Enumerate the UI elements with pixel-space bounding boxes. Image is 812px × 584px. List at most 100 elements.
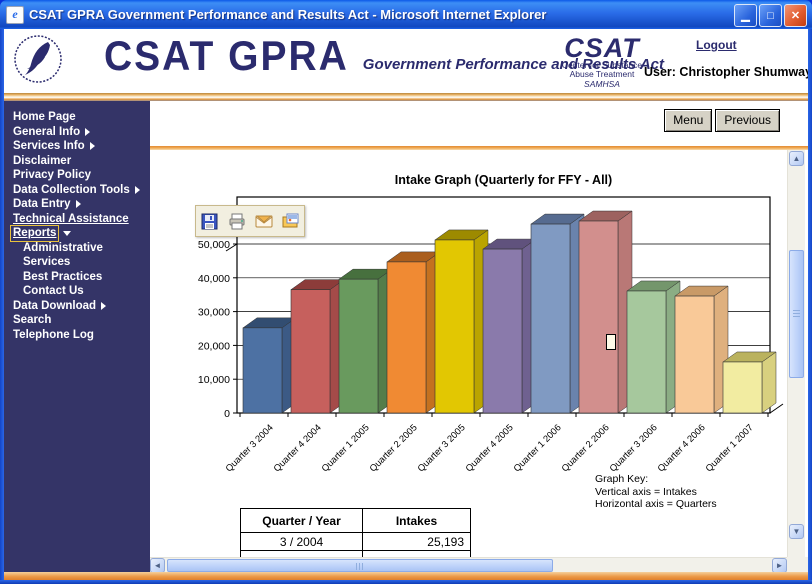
svg-text:Quarter 1 2006: Quarter 1 2006 (512, 422, 563, 473)
cell-intakes: 25,193 (363, 533, 471, 551)
table-header-quarter: Quarter / Year (241, 509, 363, 533)
sidebar-item-label[interactable]: Privacy Policy (13, 168, 91, 183)
table-header-intakes: Intakes (363, 509, 471, 533)
svg-text:Quarter 1 2007: Quarter 1 2007 (704, 422, 755, 473)
window-frame-right (808, 29, 812, 584)
scroll-up-icon[interactable]: ▲ (789, 151, 804, 166)
svg-text:Quarter 3 2004: Quarter 3 2004 (224, 422, 275, 473)
sidebar-item-data-entry[interactable]: Data Entry (4, 197, 150, 212)
page-header: CSAT GPRA Government Performance and Res… (4, 29, 808, 93)
svg-text:Quarter 3 2005: Quarter 3 2005 (416, 422, 467, 473)
svg-text:50,000: 50,000 (198, 239, 230, 251)
graph-key-horizontal: Horizontal axis = Quarters (595, 498, 717, 511)
sidebar-item-best-practices[interactable]: Best Practices (4, 270, 150, 285)
svg-text:0: 0 (224, 408, 230, 420)
sidebar-item-contact-us[interactable]: Contact Us (4, 284, 150, 299)
sidebar-item-general-info[interactable]: General Info (4, 125, 150, 140)
logout-link[interactable]: Logout (696, 38, 737, 52)
print-icon[interactable] (227, 211, 247, 231)
svg-text:Quarter 2 2006: Quarter 2 2006 (560, 422, 611, 473)
page-bottom-bar (4, 572, 808, 580)
svg-text:Quarter 2 2005: Quarter 2 2005 (368, 422, 419, 473)
window-frame-bottom (0, 580, 812, 584)
sidebar-item-services[interactable]: Services (4, 255, 150, 270)
email-icon[interactable] (254, 211, 274, 231)
svg-text:Quarter 4 2005: Quarter 4 2005 (464, 422, 515, 473)
close-button[interactable]: ✕ (784, 4, 807, 27)
graph-key-vertical: Vertical axis = Intakes (595, 486, 717, 499)
sidebar-item-technical-assistance[interactable]: Technical Assistance (4, 212, 150, 227)
sidebar-item-label[interactable]: Data Collection Tools (13, 183, 130, 198)
sidebar-item-label[interactable]: Services (23, 255, 70, 270)
svg-text:20,000: 20,000 (198, 340, 230, 352)
sidebar-item-data-collection-tools[interactable]: Data Collection Tools (4, 183, 150, 198)
sidebar-item-label[interactable]: Best Practices (23, 270, 102, 285)
sidebar-item-data-download[interactable]: Data Download (4, 299, 150, 314)
svg-text:30,000: 30,000 (198, 307, 230, 319)
header-divider (4, 93, 808, 101)
sidebar-item-label[interactable]: General Info (13, 125, 80, 140)
window-title: CSAT GPRA Government Performance and Res… (29, 7, 546, 22)
sidebar-item-label[interactable]: Contact Us (23, 284, 84, 299)
svg-text:Quarter 4 2006: Quarter 4 2006 (656, 422, 707, 473)
vertical-scrollbar[interactable]: ▲ ▼ (787, 150, 805, 557)
intake-bar-chart: 0 10,000 20,000 30,000 40,000 50,000 Quarter 3… (150, 150, 787, 490)
previous-button[interactable]: Previous (715, 109, 780, 132)
sidebar-item-services-info[interactable]: Services Info (4, 139, 150, 154)
sidebar-item-administrative[interactable]: Administrative (4, 241, 150, 256)
sidebar-item-label[interactable]: Search (13, 313, 51, 328)
chevron-right-icon (76, 200, 81, 208)
csat-logo: CSAT Center for Substance Abuse Treatmen… (542, 35, 662, 89)
sidebar-item-label[interactable]: Services Info (13, 139, 85, 154)
save-icon[interactable] (200, 211, 220, 231)
horizontal-scrollbar[interactable]: ◄ ► (150, 557, 787, 573)
scroll-left-icon[interactable]: ◄ (150, 558, 165, 573)
table-row: 3 / 200425,193 (241, 533, 471, 551)
sidebar-item-reports[interactable]: Reports (4, 226, 150, 241)
sidebar-item-label[interactable]: Reports (11, 226, 58, 241)
browser-window: e CSAT GPRA Government Performance and R… (0, 0, 812, 584)
sidebar-item-label[interactable]: Technical Assistance (13, 212, 129, 227)
user-label: User: Christopher Shumway (644, 65, 812, 79)
horizontal-scroll-thumb[interactable] (167, 559, 553, 572)
sidebar-item-telephone-log[interactable]: Telephone Log (4, 328, 150, 343)
svg-text:Quarter 4 2004: Quarter 4 2004 (272, 422, 323, 473)
graph-key: Graph Key: Vertical axis = Intakes Horiz… (595, 473, 717, 511)
maximize-button[interactable]: □ (759, 4, 782, 27)
csat-gpra-wordmark: CSAT GPRA (104, 35, 349, 78)
sidebar-item-label[interactable]: Data Entry (13, 197, 71, 212)
window-frame-left (0, 29, 4, 584)
graph-key-title: Graph Key: (595, 473, 717, 486)
minimize-button[interactable]: ▁ (734, 4, 757, 27)
svg-text:Quarter 1 2005: Quarter 1 2005 (320, 422, 371, 473)
svg-text:40,000: 40,000 (198, 273, 230, 285)
menu-button[interactable]: Menu (664, 109, 712, 132)
sidebar-item-privacy-policy[interactable]: Privacy Policy (4, 168, 150, 183)
sidebar-item-label[interactable]: Data Download (13, 299, 96, 314)
cell-quarter-year: 3 / 2004 (241, 533, 363, 551)
chevron-right-icon (85, 128, 90, 136)
sidebar-item-label[interactable]: Disclaimer (13, 154, 71, 169)
export-icon[interactable] (281, 211, 301, 231)
sidebar-item-label[interactable]: Administrative (23, 241, 103, 256)
chart-toolbar (195, 205, 305, 237)
report-frame: Intake Graph (Quarterly for FFY - All) 0… (150, 150, 787, 557)
sidebar-nav: Home PageGeneral InfoServices InfoDiscla… (4, 101, 150, 572)
svg-text:Quarter 3 2006: Quarter 3 2006 (608, 422, 659, 473)
sidebar-item-label[interactable]: Home Page (13, 110, 76, 125)
vertical-scroll-thumb[interactable] (789, 250, 804, 378)
internet-explorer-icon: e (6, 6, 24, 24)
sidebar-item-search[interactable]: Search (4, 313, 150, 328)
hhs-logo (12, 33, 64, 90)
title-bar: e CSAT GPRA Government Performance and R… (0, 0, 812, 29)
sidebar-item-label[interactable]: Telephone Log (13, 328, 94, 343)
sidebar-item-home-page[interactable]: Home Page (4, 110, 150, 125)
csat-logo-acronym: CSAT (542, 35, 662, 61)
chevron-right-icon (101, 302, 106, 310)
sidebar-item-disclaimer[interactable]: Disclaimer (4, 154, 150, 169)
intake-table-wrap: Quarter / Year Intakes 3 / 200425,193 (240, 508, 472, 557)
scroll-down-icon[interactable]: ▼ (789, 524, 804, 539)
chevron-down-icon (63, 231, 71, 236)
svg-text:10,000: 10,000 (198, 374, 230, 386)
scroll-right-icon[interactable]: ► (772, 558, 787, 573)
